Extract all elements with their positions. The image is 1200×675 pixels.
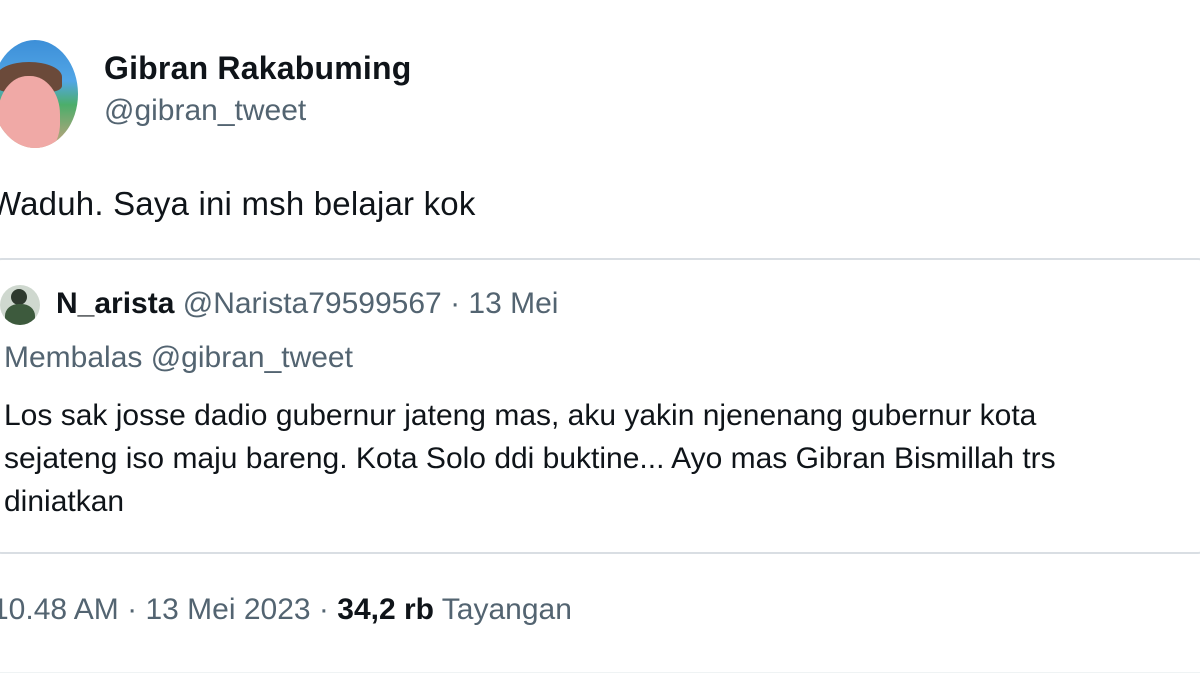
views-count[interactable]: 34,2 rb xyxy=(337,593,434,626)
avatar-face-shape xyxy=(0,76,60,148)
views-label: Tayangan xyxy=(441,593,572,626)
quoted-replying-to: Membalas @gibran_tweet xyxy=(4,341,353,374)
tweet-footer-meta: 10.48 AM · 13 Mei 2023 · 34,2 rb Tayanga… xyxy=(0,593,572,627)
author-name[interactable]: Gibran Rakabuming xyxy=(104,50,411,87)
author-avatar[interactable] xyxy=(0,40,78,148)
quoted-author-avatar[interactable] xyxy=(0,285,40,325)
quoted-meta-separator: · xyxy=(450,287,461,320)
quoted-text-line: Los sak josse dadio gubernur jateng mas,… xyxy=(4,399,1037,432)
quoted-avatar-head-shape xyxy=(11,289,27,305)
quoted-author-name[interactable]: N_arista xyxy=(56,287,174,320)
quoted-avatar-body-shape xyxy=(5,304,35,325)
footer-separator: · xyxy=(318,593,329,626)
tweet-text: Waduh. Saya ini msh belajar kok xyxy=(0,185,476,222)
quoted-text-line: sejateng iso maju bareng. Kota Solo ddi … xyxy=(4,442,1056,475)
quoted-tweet-text: Los sak josse dadio gubernur jateng mas,… xyxy=(4,394,1200,523)
quoted-author-handle[interactable]: @Narista79599567 xyxy=(183,287,442,320)
quoted-tweet-date[interactable]: 13 Mei xyxy=(468,287,558,320)
footer-divider xyxy=(0,672,1200,673)
footer-separator: · xyxy=(127,593,138,626)
tweet-date[interactable]: 13 Mei 2023 xyxy=(145,593,310,626)
quoted-text-line: diniatkan xyxy=(4,485,125,518)
author-handle[interactable]: @gibran_tweet xyxy=(104,94,306,128)
tweet-time[interactable]: 10.48 AM xyxy=(0,593,119,626)
quoted-tweet-header: N_arista @Narista79599567 · 13 Mei xyxy=(56,287,558,321)
